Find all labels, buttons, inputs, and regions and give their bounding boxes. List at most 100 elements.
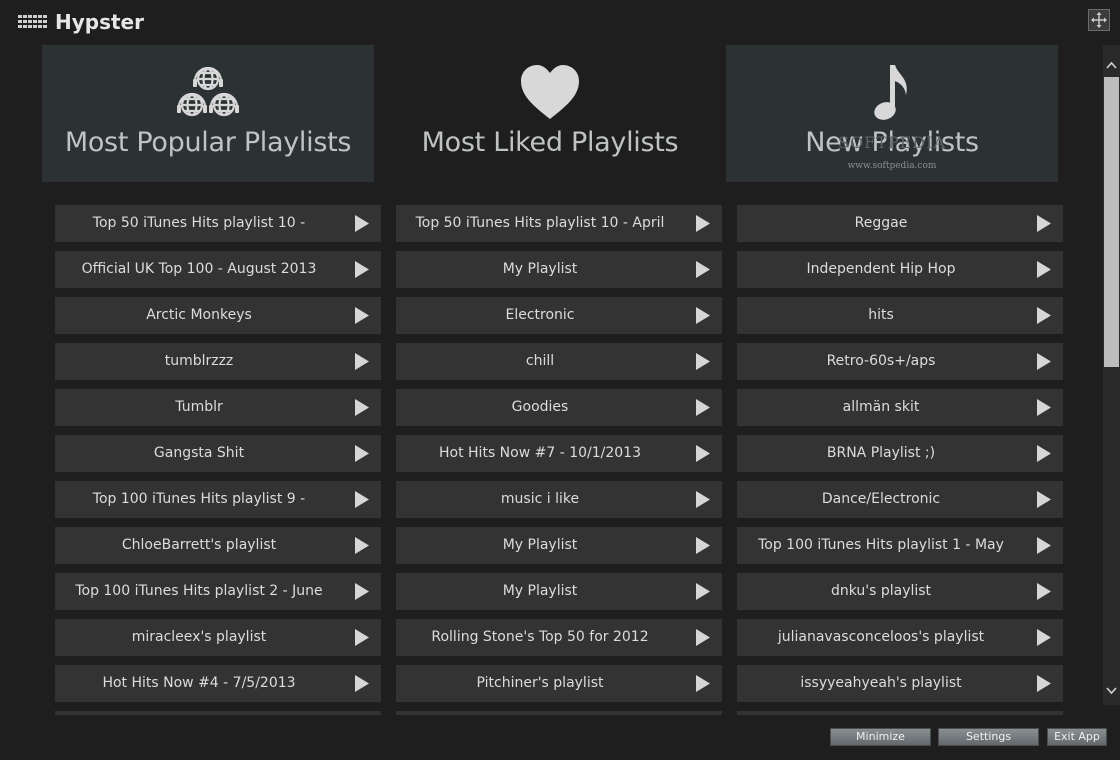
play-icon[interactable]: [696, 399, 710, 416]
playlist-row[interactable]: BRNA Playlist ;): [737, 435, 1063, 472]
playlist-row[interactable]: miracleex's playlist: [55, 619, 381, 656]
play-icon[interactable]: [696, 215, 710, 232]
playlist-name: Official UK Top 100 - August 2013: [81, 261, 317, 277]
play-icon[interactable]: [696, 353, 710, 370]
exit-app-button[interactable]: Exit App: [1047, 728, 1107, 746]
playlist-row[interactable]: tumblrzzz: [55, 343, 381, 380]
play-icon[interactable]: [1037, 261, 1051, 278]
play-icon[interactable]: [1037, 399, 1051, 416]
settings-button[interactable]: Settings: [938, 728, 1039, 746]
playlist-row[interactable]: Gangsta Shit: [55, 435, 381, 472]
playlist-row[interactable]: My Playlist: [396, 527, 722, 564]
move-window-button[interactable]: [1088, 9, 1110, 31]
playlist-row[interactable]: Top 100 iTunes Hits playlist 1 - May: [737, 527, 1063, 564]
playlist-row[interactable]: hits: [737, 297, 1063, 334]
playlist-row[interactable]: Official UK Top 100 - August 2013: [55, 251, 381, 288]
play-icon[interactable]: [355, 583, 369, 600]
playlist-row[interactable]: dnku's playlist: [737, 573, 1063, 610]
playlist-row[interactable]: Hot Hits Now #7 - 10/1/2013: [396, 435, 722, 472]
playlist-row[interactable]: Top 100 iTunes Hits playlist 2 - June: [55, 573, 381, 610]
play-icon[interactable]: [1037, 583, 1051, 600]
playlist-name: My Playlist: [502, 537, 578, 553]
play-icon[interactable]: [355, 629, 369, 646]
playlist-row[interactable]: allmän skit: [737, 389, 1063, 426]
playlist-name: Top 50 iTunes Hits playlist 10 - April: [415, 215, 665, 231]
playlist-row[interactable]: Rolling Stone's Top 50 for 2012: [396, 619, 722, 656]
column-most-liked: Top 50 iTunes Hits playlist 10 - April M…: [396, 205, 722, 715]
playlist-name: Top 100 iTunes Hits playlist 9 -: [92, 491, 306, 507]
play-icon[interactable]: [355, 445, 369, 462]
chevron-down-icon[interactable]: [1103, 681, 1120, 701]
playlist-row[interactable]: issyyeahyeah's playlist: [737, 665, 1063, 702]
playlist-row[interactable]: [396, 711, 722, 715]
playlist-name: Reggae: [854, 215, 908, 231]
play-icon[interactable]: [696, 537, 710, 554]
playlist-name: allmän skit: [842, 399, 920, 415]
playlist-row[interactable]: Top 50 iTunes Hits playlist 10 - April: [396, 205, 722, 242]
play-icon[interactable]: [355, 215, 369, 232]
play-icon[interactable]: [696, 261, 710, 278]
playlist-row[interactable]: Top 100 iTunes Hits playlist 9 -: [55, 481, 381, 518]
scroll-thumb[interactable]: [1104, 77, 1119, 367]
vertical-scrollbar[interactable]: [1103, 45, 1120, 705]
playlist-row[interactable]: Top 50 iTunes Hits playlist 10 -: [55, 205, 381, 242]
play-icon[interactable]: [1037, 629, 1051, 646]
playlist-name: Gangsta Shit: [153, 445, 245, 461]
category-most-liked[interactable]: Most Liked Playlists: [384, 45, 716, 182]
playlist-row[interactable]: Independent Hip Hop: [737, 251, 1063, 288]
category-new[interactable]: New Playlists SOFTPEDIA www.softpedia.co…: [726, 45, 1058, 182]
playlist-row[interactable]: Tumblr: [55, 389, 381, 426]
playlist-row[interactable]: Retro-60s+/aps: [737, 343, 1063, 380]
play-icon[interactable]: [696, 629, 710, 646]
play-icon[interactable]: [696, 445, 710, 462]
play-icon[interactable]: [696, 307, 710, 324]
playlist-row[interactable]: My Playlist: [396, 251, 722, 288]
playlist-name: julianavasconceloos's playlist: [777, 629, 985, 645]
playlist-name: Hot Hits Now #7 - 10/1/2013: [439, 445, 641, 461]
play-icon[interactable]: [1037, 675, 1051, 692]
play-icon[interactable]: [1037, 491, 1051, 508]
play-icon[interactable]: [1037, 445, 1051, 462]
playlist-row[interactable]: Pitchiner's playlist: [396, 665, 722, 702]
playlist-row[interactable]: julianavasconceloos's playlist: [737, 619, 1063, 656]
minimize-button[interactable]: Minimize: [830, 728, 931, 746]
play-icon[interactable]: [355, 307, 369, 324]
playlist-name: BRNA Playlist ;): [826, 445, 936, 461]
grid-icon: [18, 15, 47, 28]
play-icon[interactable]: [355, 537, 369, 554]
chevron-up-icon[interactable]: [1103, 55, 1120, 75]
playlist-name: issyyeahyeah's playlist: [800, 675, 962, 691]
globe-headphones-icon: [177, 66, 239, 117]
playlist-row[interactable]: ChloeBarrett's playlist: [55, 527, 381, 564]
play-icon[interactable]: [355, 261, 369, 278]
playlist-name: Dance/Electronic: [821, 491, 941, 507]
play-icon[interactable]: [355, 399, 369, 416]
playlist-row[interactable]: Hot Hits Now #4 - 7/5/2013: [55, 665, 381, 702]
playlist-row[interactable]: Reggae: [737, 205, 1063, 242]
play-icon[interactable]: [1037, 537, 1051, 554]
playlist-name: miracleex's playlist: [131, 629, 267, 645]
play-icon[interactable]: [1037, 307, 1051, 324]
playlist-name: Tumblr: [175, 399, 223, 415]
play-icon[interactable]: [696, 583, 710, 600]
playlist-row[interactable]: Goodies: [396, 389, 722, 426]
play-icon[interactable]: [355, 353, 369, 370]
playlist-row[interactable]: Dance/Electronic: [737, 481, 1063, 518]
playlist-name: My Playlist: [502, 583, 578, 599]
playlist-row[interactable]: Arctic Monkeys: [55, 297, 381, 334]
play-icon[interactable]: [355, 675, 369, 692]
play-icon[interactable]: [1037, 215, 1051, 232]
playlist-row[interactable]: [55, 711, 381, 715]
play-icon[interactable]: [355, 491, 369, 508]
playlist-name: My Playlist: [502, 261, 578, 277]
playlist-row[interactable]: [737, 711, 1063, 715]
playlist-row[interactable]: chill: [396, 343, 722, 380]
category-most-popular[interactable]: Most Popular Playlists: [42, 45, 374, 182]
playlist-row[interactable]: My Playlist: [396, 573, 722, 610]
playlist-row[interactable]: Electronic: [396, 297, 722, 334]
play-icon[interactable]: [696, 491, 710, 508]
play-icon[interactable]: [1037, 353, 1051, 370]
category-title: Most Liked Playlists: [421, 127, 679, 158]
playlist-row[interactable]: music i like: [396, 481, 722, 518]
play-icon[interactable]: [696, 675, 710, 692]
